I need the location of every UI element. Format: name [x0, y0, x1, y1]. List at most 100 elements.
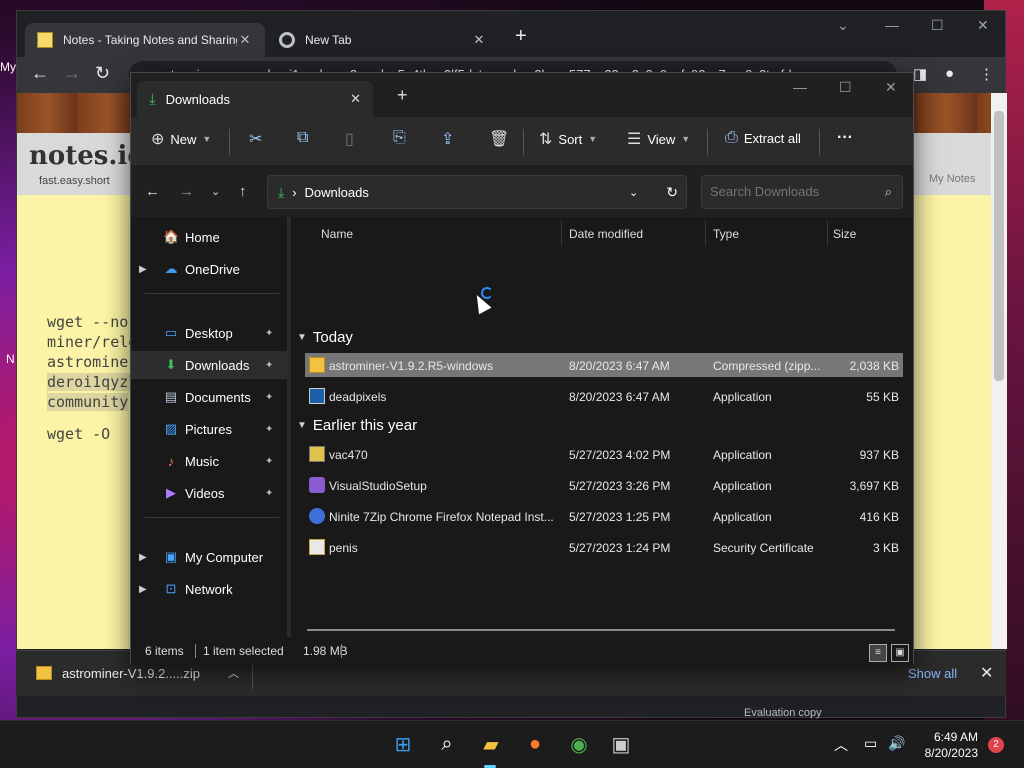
tab-search-icon[interactable]: ⌄	[837, 17, 849, 34]
chevron-down-icon[interactable]: ▼	[297, 332, 307, 343]
breadcrumb-downloads[interactable]: Downloads	[305, 185, 622, 200]
column-header-type[interactable]: Type	[713, 227, 739, 241]
nav-item-home[interactable]: 🏠 Home	[131, 223, 287, 251]
refresh-icon[interactable]: ↻	[666, 184, 678, 201]
pin-icon[interactable]: ✦	[265, 424, 281, 435]
pin-icon[interactable]: ✦	[265, 328, 281, 339]
chevron-right-icon[interactable]: ▶	[139, 584, 155, 595]
new-tab-button[interactable]: +	[397, 85, 408, 106]
nav-item-desktop[interactable]: ▭ Desktop ✦	[131, 319, 287, 347]
maximize-icon[interactable]: ☐	[931, 17, 944, 34]
reload-icon[interactable]: ↻	[95, 63, 110, 84]
chevron-right-icon[interactable]: ▶	[139, 552, 155, 563]
paste-button[interactable]: ▯	[345, 129, 354, 149]
copy-button[interactable]: ⧉	[297, 129, 308, 147]
explorer-tab-downloads[interactable]: ⤓ Downloads ✕	[137, 81, 373, 117]
nav-item-my-computer[interactable]: ▶ ▣ My Computer	[131, 543, 287, 571]
system-clock[interactable]: 6:49 AM 8/20/2023	[920, 729, 978, 761]
share-button[interactable]: ⇪	[441, 129, 454, 149]
back-arrow-icon[interactable]: ←	[145, 183, 160, 200]
pin-icon[interactable]: ✦	[265, 360, 281, 371]
volume-icon[interactable]: 🔊	[888, 735, 905, 752]
column-divider[interactable]	[561, 221, 562, 245]
maximize-icon[interactable]: ☐	[839, 79, 852, 96]
close-window-icon[interactable]: ✕	[977, 17, 989, 34]
network-status-icon[interactable]: ▭	[864, 735, 877, 752]
download-item[interactable]: astrominer-V1.9.2.....zip ︿	[36, 665, 239, 681]
minimize-icon[interactable]: —	[793, 79, 807, 95]
table-row[interactable]: astrominer-V1.9.2.R5-windows 8/20/2023 6…	[305, 353, 903, 377]
table-row[interactable]: penis 5/27/2023 1:24 PM Security Certifi…	[305, 535, 903, 559]
forward-arrow-icon[interactable]: →	[63, 63, 81, 84]
nav-item-documents[interactable]: ▤ Documents ✦	[131, 383, 287, 411]
rename-button[interactable]: ⎘	[393, 129, 406, 147]
sort-button[interactable]: ⇅ Sort ▼	[539, 129, 597, 149]
address-breadcrumb[interactable]: ⤓ › Downloads ⌄ ↻	[267, 175, 687, 209]
nav-item-music[interactable]: ♪ Music ✦	[131, 447, 287, 475]
nav-item-pictures[interactable]: ▨ Pictures ✦	[131, 415, 287, 443]
chevron-up-icon[interactable]: ︿	[834, 735, 848, 755]
close-icon[interactable]: ✕	[237, 32, 253, 48]
nav-item-videos[interactable]: ▶ Videos ✦	[131, 479, 287, 507]
close-icon[interactable]: ✕	[350, 91, 361, 107]
table-row[interactable]: VisualStudioSetup 5/27/2023 3:26 PM Appl…	[305, 473, 903, 497]
more-options-button[interactable]: ···	[837, 129, 853, 147]
column-header-name[interactable]: Name	[321, 227, 353, 241]
show-all-button[interactable]: Show all	[908, 666, 957, 681]
details-view-icon[interactable]: ≡	[869, 644, 887, 662]
chevron-down-icon[interactable]: ⌄	[629, 186, 638, 199]
chrome-icon[interactable]: ◉	[566, 731, 592, 757]
table-row[interactable]: Ninite 7Zip Chrome Firefox Notepad Inst.…	[305, 504, 903, 528]
chevron-down-icon[interactable]: ▼	[297, 420, 307, 431]
tiles-view-icon[interactable]: ▣	[891, 644, 909, 662]
column-header-date[interactable]: Date modified	[569, 227, 643, 241]
horizontal-scrollbar[interactable]	[307, 629, 895, 631]
nav-item-onedrive[interactable]: ▶ ☁ OneDrive	[131, 255, 287, 283]
search-icon[interactable]: ⌕	[434, 731, 460, 757]
nav-item-downloads[interactable]: ⬇ Downloads ✦	[131, 351, 287, 379]
view-button[interactable]: ☰ View ▼	[627, 129, 690, 149]
menu-icon[interactable]: ⋮	[979, 65, 994, 83]
new-button[interactable]: ⊕ New ▼	[151, 129, 211, 149]
close-window-icon[interactable]: ✕	[885, 79, 897, 96]
profile-icon[interactable]: ●	[945, 65, 954, 82]
search-box[interactable]: ⌕	[701, 175, 903, 209]
table-row[interactable]: vac470 5/27/2023 4:02 PM Application 937…	[305, 442, 903, 466]
firefox-icon[interactable]: ●	[522, 731, 548, 757]
group-header-today[interactable]: ▼ Today	[297, 329, 353, 346]
my-notes-link[interactable]: My Notes	[929, 173, 975, 185]
back-arrow-icon[interactable]: ←	[31, 63, 49, 84]
search-icon[interactable]: ⌕	[885, 176, 892, 208]
minimize-icon[interactable]: —	[885, 17, 899, 33]
side-panel-icon[interactable]: ◨	[913, 65, 927, 83]
close-icon[interactable]: ✕	[471, 32, 487, 48]
notes-logo[interactable]: notes.io	[29, 141, 145, 171]
close-icon[interactable]: ✕	[980, 663, 993, 683]
column-divider[interactable]	[705, 221, 706, 245]
pin-icon[interactable]: ✦	[265, 392, 281, 403]
column-header-size[interactable]: Size	[833, 227, 856, 241]
group-header-earlier[interactable]: ▼ Earlier this year	[297, 417, 417, 434]
extract-all-button[interactable]: ⎙ Extract all	[725, 129, 801, 147]
chevron-right-icon[interactable]: ▶	[139, 264, 155, 275]
column-divider[interactable]	[827, 221, 828, 245]
up-arrow-icon[interactable]: ↑	[239, 183, 247, 200]
windows-start-icon[interactable]: ⊞	[390, 731, 416, 757]
search-input[interactable]	[710, 184, 870, 199]
notification-badge[interactable]: 2	[988, 737, 1004, 753]
delete-button[interactable]: 🗑	[489, 129, 509, 149]
file-explorer-icon[interactable]: ▰	[478, 731, 504, 757]
recent-locations-icon[interactable]: ⌄	[211, 185, 220, 198]
chevron-up-icon[interactable]: ︿	[228, 665, 239, 681]
nav-item-network[interactable]: ▶ ⊡ Network	[131, 575, 287, 603]
new-tab-button[interactable]: +	[515, 25, 527, 48]
pin-icon[interactable]: ✦	[265, 456, 281, 467]
cut-button[interactable]: ✂	[249, 129, 262, 149]
pin-icon[interactable]: ✦	[265, 488, 281, 499]
browser-tab-notes[interactable]: Notes - Taking Notes and Sharing ✕	[25, 23, 265, 57]
terminal-icon[interactable]: ▣	[608, 731, 634, 757]
browser-tab-newtab[interactable]: New Tab ✕	[267, 23, 499, 57]
forward-arrow-icon[interactable]: →	[179, 183, 194, 200]
page-scrollbar-thumb[interactable]	[994, 111, 1004, 381]
table-row[interactable]: deadpixels 8/20/2023 6:47 AM Application…	[305, 384, 903, 408]
